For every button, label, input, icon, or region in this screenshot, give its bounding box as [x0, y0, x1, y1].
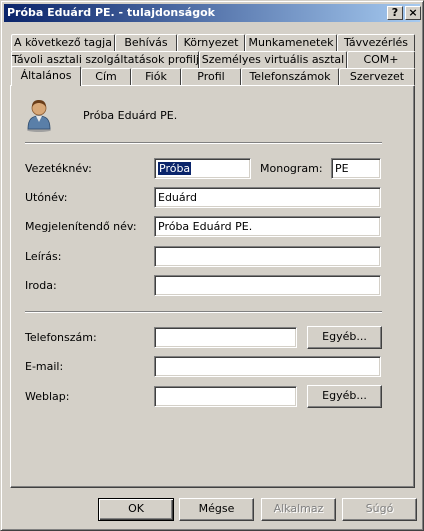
last-name-field[interactable]: Próba: [154, 158, 251, 179]
title-bar[interactable]: Próba Eduárd PE. - tulajdonságok ? ×: [4, 4, 421, 22]
tab-account[interactable]: Fiók: [131, 68, 181, 85]
display-name-label: Megjelenítendő név:: [25, 220, 137, 233]
help-footer-button[interactable]: Súgó: [342, 498, 417, 521]
initials-field[interactable]: PE: [331, 158, 381, 179]
tab-telephones[interactable]: Telefonszámok: [241, 68, 339, 85]
phone-other-button[interactable]: Egyéb...: [307, 326, 382, 349]
apply-button[interactable]: Alkalmaz: [261, 498, 336, 521]
tab-environment[interactable]: Környezet: [177, 34, 245, 51]
separator-middle: [25, 311, 382, 313]
phone-field[interactable]: [154, 327, 297, 348]
tab-personal-virtual-desktop[interactable]: Személyes virtuális asztal: [199, 51, 347, 68]
description-label: Leírás:: [25, 250, 62, 263]
ok-button[interactable]: OK: [98, 498, 174, 521]
tab-general[interactable]: Általános: [11, 66, 81, 86]
last-name-value: Próba: [158, 162, 192, 175]
help-button[interactable]: ?: [387, 6, 403, 20]
tab-profile[interactable]: Profil: [181, 68, 241, 85]
phone-label: Telefonszám:: [25, 331, 97, 344]
separator-top: [25, 142, 382, 144]
office-label: Iroda:: [25, 279, 57, 292]
properties-dialog: Próba Eduárd PE. - tulajdonságok ? × A k…: [0, 0, 424, 531]
tab-address[interactable]: Cím: [81, 68, 131, 85]
cancel-button[interactable]: Mégse: [179, 498, 254, 521]
user-display-name: Próba Eduárd PE.: [83, 109, 178, 122]
email-field[interactable]: [154, 356, 381, 377]
tab-dial-in[interactable]: Behívás: [115, 34, 177, 51]
close-button[interactable]: ×: [405, 6, 421, 20]
tab-row-1: A következő tagja Behívás Környezet Munk…: [9, 34, 417, 51]
tab-sessions[interactable]: Munkamenetek: [245, 34, 337, 51]
display-name-field[interactable]: Próba Eduárd PE.: [154, 216, 381, 237]
web-page-label: Weblap:: [25, 390, 70, 403]
last-name-label: Vezetéknév:: [25, 162, 92, 175]
initials-label: Monogram:: [260, 162, 323, 175]
first-name-label: Utónév:: [25, 191, 68, 204]
window-title: Próba Eduárd PE. - tulajdonságok: [7, 6, 215, 19]
tab-remote-control[interactable]: Távvezérlés: [337, 34, 415, 51]
tab-row-3: Általános Cím Fiók Profil Telefonszámok …: [9, 66, 417, 86]
office-field[interactable]: [154, 275, 381, 296]
tab-member-of[interactable]: A következő tagja: [11, 34, 115, 51]
description-field[interactable]: [154, 246, 381, 267]
email-label: E-mail:: [25, 360, 64, 373]
user-icon: [25, 98, 53, 132]
web-page-other-button[interactable]: Egyéb...: [307, 385, 382, 408]
tab-com-plus[interactable]: COM+: [347, 51, 415, 68]
first-name-field[interactable]: Eduárd: [154, 187, 381, 208]
web-page-field[interactable]: [154, 386, 297, 407]
tab-organization[interactable]: Szervezet: [339, 68, 415, 85]
